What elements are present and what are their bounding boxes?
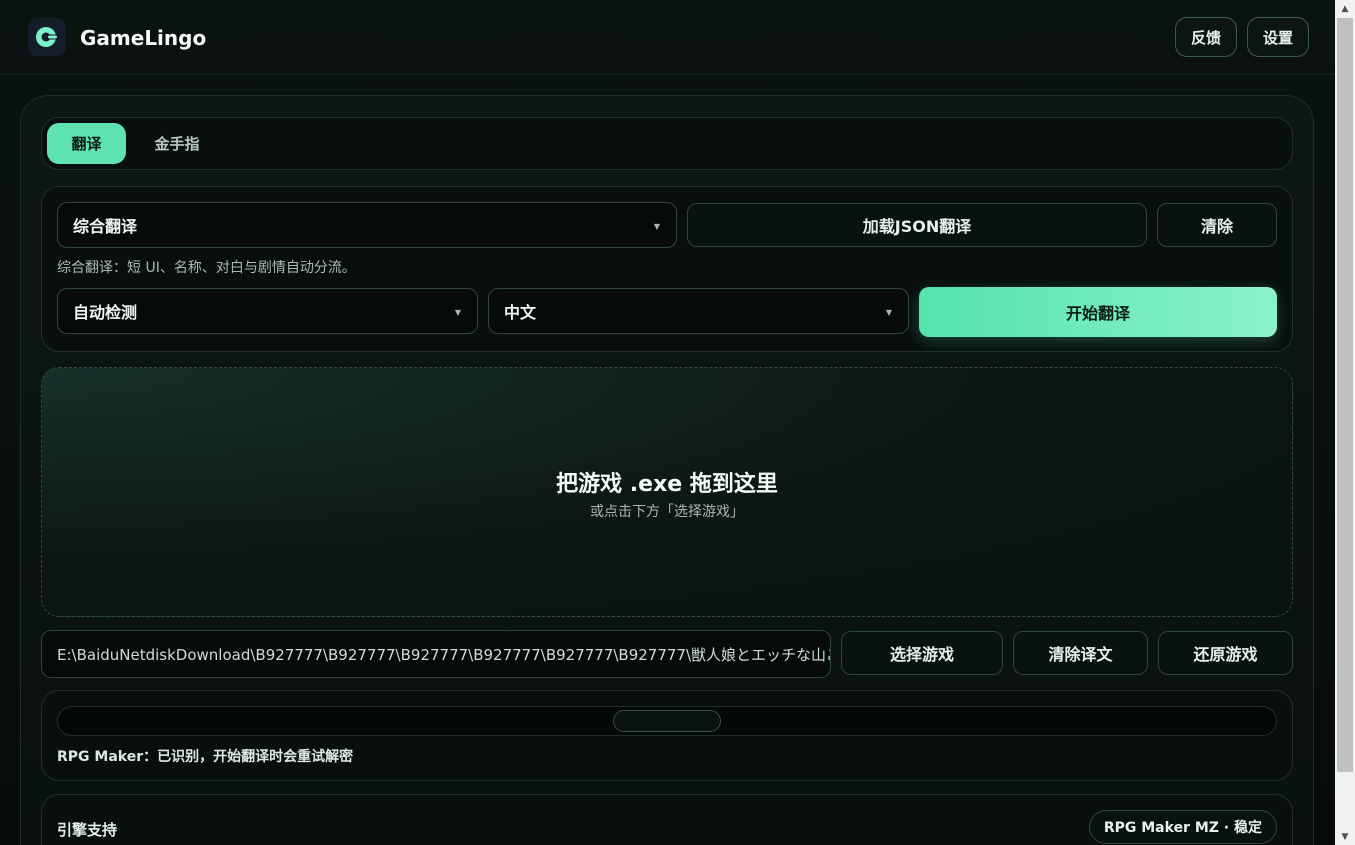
app-window: GameLingo 反馈 设置 翻译 金手指 综合翻译 ▼ 加载JSON翻译 清…	[0, 0, 1335, 845]
source-language-select[interactable]: 自动检测 ▼	[57, 288, 478, 334]
feedback-button[interactable]: 反馈	[1175, 17, 1237, 57]
game-path-field[interactable]: E:\BaiduNetdiskDownload\B927777\B927777\…	[41, 630, 831, 678]
target-language-value: 中文	[504, 303, 537, 322]
tab-bar: 翻译 金手指	[41, 117, 1293, 170]
mode-hint: 综合翻译：短 UI、名称、对白与剧情自动分流。	[57, 260, 356, 276]
translation-config: 综合翻译 ▼ 加载JSON翻译 清除 综合翻译：短 UI、名称、对白与剧情自动分…	[41, 186, 1293, 352]
source-language-value: 自动检测	[73, 303, 138, 322]
app-title: GameLingo	[80, 26, 207, 50]
clear-translation-button[interactable]: 清除译文	[1013, 631, 1148, 675]
chevron-down-icon: ▼	[454, 308, 461, 317]
tab-translate[interactable]: 翻译	[47, 123, 126, 164]
engine-support-section: 引擎支持 RPG Maker MZ · 稳定	[41, 794, 1293, 845]
mode-select-value: 综合翻译	[73, 217, 138, 236]
chevron-down-icon: ▼	[653, 222, 660, 231]
main-panel: 翻译 金手指 综合翻译 ▼ 加载JSON翻译 清除 综合翻译：短 UI、名称、对…	[20, 95, 1314, 845]
progress-bar	[57, 706, 1277, 736]
progress-indicator	[613, 710, 721, 732]
target-language-select[interactable]: 中文 ▼	[488, 288, 909, 334]
exe-drop-zone[interactable]: 把游戏 .exe 拖到这里 或点击下方「选择游戏」	[41, 367, 1293, 617]
status-text: RPG Maker：已识别，开始翻译时会重试解密	[57, 749, 354, 765]
clear-button[interactable]: 清除	[1157, 203, 1277, 247]
mode-select[interactable]: 综合翻译 ▼	[57, 202, 677, 248]
drop-zone-subtitle: 或点击下方「选择游戏」	[590, 504, 744, 520]
load-json-button[interactable]: 加载JSON翻译	[687, 203, 1147, 247]
scroll-thumb[interactable]	[1337, 18, 1353, 772]
select-game-button[interactable]: 选择游戏	[841, 631, 1003, 675]
scroll-up-icon[interactable]: ▲	[1335, 0, 1355, 17]
settings-button[interactable]: 设置	[1247, 17, 1309, 57]
chevron-down-icon: ▼	[885, 308, 892, 317]
progress-section: RPG Maker：已识别，开始翻译时会重试解密	[41, 690, 1293, 781]
engine-support-label: 引擎支持	[57, 821, 118, 839]
engine-badge[interactable]: RPG Maker MZ · 稳定	[1088, 810, 1277, 844]
tab-cheats[interactable]: 金手指	[137, 123, 217, 164]
restore-game-button[interactable]: 还原游戏	[1158, 631, 1293, 675]
start-translation-button[interactable]: 开始翻译	[919, 287, 1277, 337]
header: GameLingo 反馈 设置	[0, 0, 1335, 75]
gamelingo-logo-icon	[28, 18, 66, 56]
scroll-down-icon[interactable]: ▼	[1335, 828, 1355, 845]
drop-zone-title: 把游戏 .exe 拖到这里	[556, 472, 778, 497]
scrollbar[interactable]: ▲ ▼	[1335, 0, 1355, 845]
